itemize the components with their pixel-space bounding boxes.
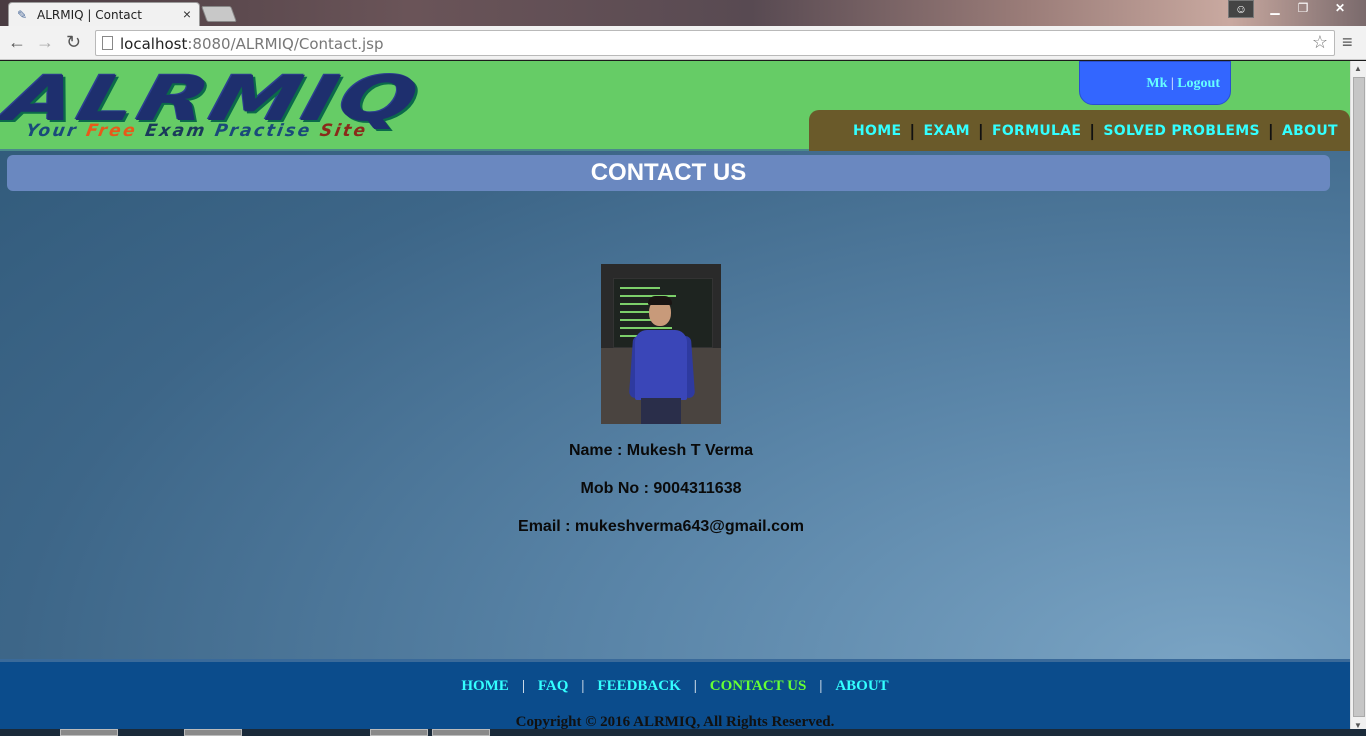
close-window-button[interactable]: ✕ (1318, 0, 1362, 18)
logo-tagline: Your Free Exam Practise Site (24, 121, 370, 141)
contact-mobile: Mob No : 9004311638 (580, 480, 742, 497)
taskbar-button[interactable] (370, 729, 428, 736)
page-icon (102, 36, 113, 50)
logout-link[interactable]: Logout (1177, 76, 1220, 91)
nav-divider: | (909, 121, 916, 140)
page-title-banner: CONTACT US (7, 155, 1330, 191)
scrollbar-thumb[interactable] (1353, 77, 1365, 717)
address-bar[interactable]: localhost:8080/ALRMIQ/Contact.jsp ☆ (95, 30, 1335, 56)
nav-solved-problems[interactable]: SOLVED PROBLEMS (1103, 123, 1259, 139)
taskbar-button[interactable] (184, 729, 242, 736)
forward-arrow-icon[interactable]: → (36, 32, 54, 52)
browser-toolbar: ← → ↻ localhost:8080/ALRMIQ/Contact.jsp … (0, 26, 1366, 60)
page-viewport: ALRMIQ Your Free Exam Practise Site Mk |… (0, 61, 1350, 736)
site-logo[interactable]: ALRMIQ Your Free Exam Practise Site (0, 62, 524, 145)
nav-divider: | (1267, 121, 1275, 140)
nav-about[interactable]: ABOUT (1282, 123, 1338, 139)
restore-button[interactable]: ❐ (1288, 0, 1318, 18)
address-url[interactable]: localhost:8080/ALRMIQ/Contact.jsp (120, 35, 384, 53)
main-navigation: HOME | EXAM | FORMULAE | SOLVED PROBLEMS… (809, 110, 1350, 151)
footer-navigation: HOME | FAQ | FEEDBACK | CONTACT US | ABOUT (0, 678, 1350, 695)
browser-menu-icon[interactable]: ≡ (1342, 32, 1353, 53)
footer-divider: | (581, 678, 585, 694)
footer-link-faq[interactable]: FAQ (538, 678, 569, 694)
site-footer: HOME | FAQ | FEEDBACK | CONTACT US | ABOUT Copyr… (0, 659, 1350, 736)
user-profile-icon[interactable]: ☺ (1228, 0, 1254, 18)
taskbar-button[interactable] (432, 729, 490, 736)
footer-link-feedback[interactable]: FEEDBACK (597, 678, 680, 694)
contact-email: Email : mukeshverma643@gmail.com (518, 518, 804, 535)
footer-divider: | (819, 678, 823, 694)
os-taskbar (0, 729, 1366, 736)
footer-divider: | (693, 678, 697, 694)
contact-name: Name : Mukesh T Verma (568, 442, 754, 459)
page-favicon-icon: ✎ (17, 8, 28, 22)
footer-divider: | (521, 678, 525, 694)
minimize-button[interactable]: ▁ (1260, 0, 1290, 18)
bookmark-star-icon[interactable]: ☆ (1312, 32, 1328, 53)
footer-link-contact-us[interactable]: CONTACT US (710, 678, 807, 694)
user-separator: | (1170, 76, 1174, 91)
new-tab-button[interactable] (201, 6, 237, 22)
scroll-up-icon[interactable]: ▲ (1354, 64, 1362, 73)
contact-photo (601, 264, 721, 424)
nav-divider: | (977, 121, 984, 140)
username-link[interactable]: Mk (1146, 76, 1167, 91)
nav-exam[interactable]: EXAM (923, 123, 969, 139)
nav-formulae[interactable]: FORMULAE (992, 123, 1081, 139)
page-title: CONTACT US (590, 159, 747, 186)
nav-home[interactable]: HOME (853, 123, 901, 139)
browser-tab[interactable]: ✎ ALRMIQ | Contact × (8, 2, 200, 26)
tab-close-icon[interactable]: × (183, 6, 191, 22)
tab-title: ALRMIQ | Contact (37, 8, 142, 22)
user-box: Mk | Logout (1079, 61, 1231, 105)
footer-link-home[interactable]: HOME (461, 678, 509, 694)
logo-wordmark: ALRMIQ (0, 62, 429, 135)
site-header: ALRMIQ Your Free Exam Practise Site Mk |… (0, 61, 1350, 151)
vertical-scrollbar[interactable]: ▲ ▼ (1350, 61, 1366, 736)
taskbar-button[interactable] (60, 729, 118, 736)
back-arrow-icon[interactable]: ← (8, 32, 26, 52)
footer-link-about[interactable]: ABOUT (835, 678, 888, 694)
window-titlebar: ✎ ALRMIQ | Contact × ☺ ▁ ❐ ✕ (0, 0, 1366, 26)
reload-icon[interactable]: ↻ (66, 32, 81, 52)
nav-divider: | (1089, 121, 1096, 140)
